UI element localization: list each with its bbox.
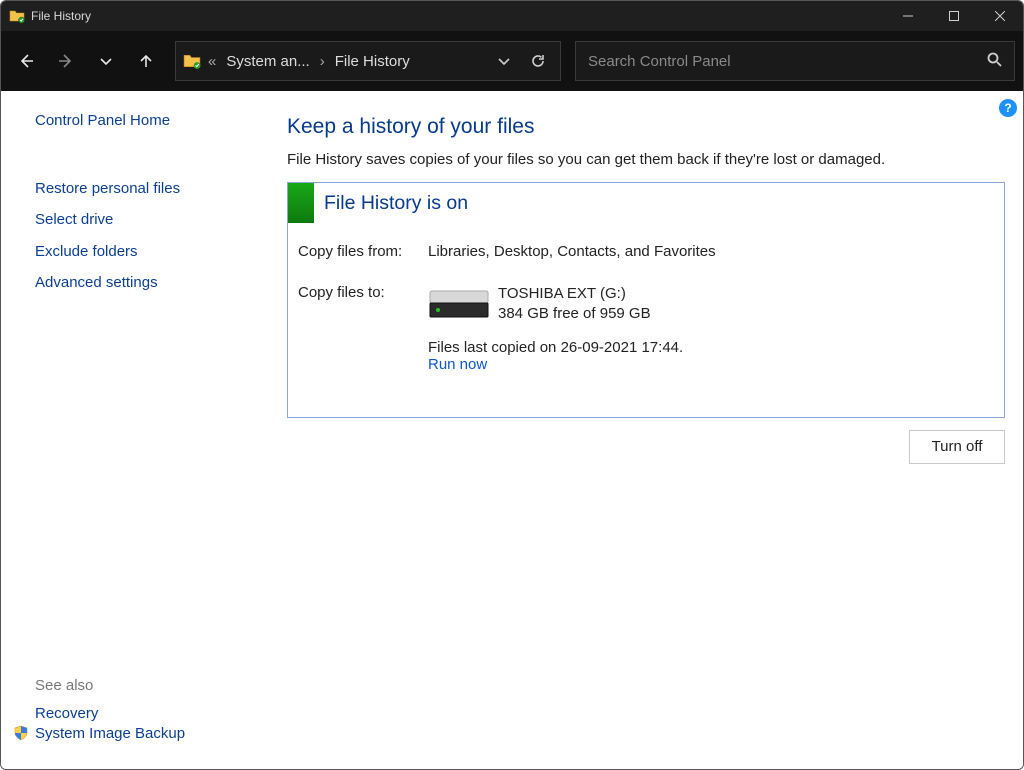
breadcrumb-system[interactable]: System an... (222, 51, 313, 72)
nav-toolbar: « System an... › File History (1, 31, 1023, 91)
address-dropdown-button[interactable] (488, 42, 520, 80)
shield-icon (13, 725, 29, 741)
search-icon[interactable] (986, 51, 1002, 71)
status-title: File History is on (314, 192, 468, 215)
page-title: Keep a history of your files (287, 115, 1005, 139)
breadcrumb-filehistory[interactable]: File History (331, 51, 414, 72)
turn-off-button[interactable]: Turn off (909, 430, 1005, 464)
page-subtext: File History saves copies of your files … (287, 151, 1005, 168)
exclude-folders-link[interactable]: Exclude folders (35, 242, 259, 262)
run-now-link[interactable]: Run now (428, 356, 487, 373)
recent-locations-button[interactable] (89, 44, 123, 78)
chevron-right-icon: › (320, 53, 325, 70)
copy-from-label: Copy files from: (298, 243, 428, 260)
maximize-button[interactable] (931, 1, 977, 31)
control-panel-home-link[interactable]: Control Panel Home (35, 111, 259, 131)
status-indicator-icon (288, 183, 314, 223)
minimize-button[interactable] (885, 1, 931, 31)
folder-icon (182, 51, 202, 71)
recovery-link[interactable]: Recovery (35, 705, 98, 722)
advanced-settings-link[interactable]: Advanced settings (35, 273, 259, 293)
refresh-button[interactable] (522, 42, 554, 80)
close-button[interactable] (977, 1, 1023, 31)
select-drive-link[interactable]: Select drive (35, 210, 259, 230)
search-box[interactable] (575, 41, 1015, 81)
status-card: File History is on Copy files from: Libr… (287, 182, 1005, 418)
system-image-backup-link[interactable]: System Image Backup (35, 724, 185, 744)
drive-free-space: 384 GB free of 959 GB (498, 304, 651, 324)
last-copied-text: Files last copied on 26-09-2021 17:44. (428, 339, 994, 356)
copy-from-value: Libraries, Desktop, Contacts, and Favori… (428, 243, 994, 260)
back-button[interactable] (9, 44, 43, 78)
drive-name: TOSHIBA EXT (G:) (498, 284, 651, 304)
main-content: Keep a history of your files File Histor… (269, 91, 1023, 769)
up-button[interactable] (129, 44, 163, 78)
titlebar: File History (1, 1, 1023, 31)
window-title: File History (31, 9, 91, 23)
restore-personal-files-link[interactable]: Restore personal files (35, 179, 259, 199)
address-bar[interactable]: « System an... › File History (175, 41, 561, 81)
see-also-heading: See also (35, 677, 259, 694)
hard-drive-icon (428, 285, 490, 323)
search-input[interactable] (588, 53, 986, 70)
forward-button[interactable] (49, 44, 83, 78)
copy-to-label: Copy files to: (298, 284, 428, 373)
chevron-right-icon: « (208, 53, 216, 70)
sidebar: Control Panel Home Restore personal file… (1, 91, 269, 769)
folder-icon (9, 8, 25, 24)
